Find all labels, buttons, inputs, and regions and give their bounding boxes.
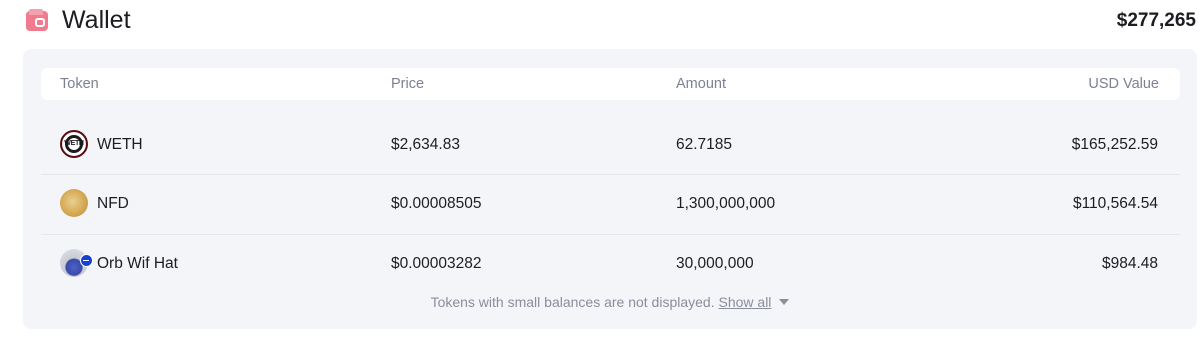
token-usd-value: $110,564.54 <box>1072 195 1158 212</box>
token-usd-value: $984.48 <box>1101 255 1158 272</box>
wallet-total-value: $277,265 <box>1116 10 1196 31</box>
caret-down-icon[interactable] <box>779 299 790 305</box>
table-row: Orb Wif Hat $0.00003282 30,000,000 $984.… <box>41 234 1180 294</box>
token-amount: 30,000,000 <box>676 255 754 272</box>
wallet-icon <box>26 9 48 31</box>
table-header: Token Price Amount USD Value <box>41 68 1180 100</box>
token-price: $2,634.83 <box>391 136 460 153</box>
nfd-token-logo <box>60 189 88 217</box>
orb-wif-hat-token-logo <box>60 249 93 277</box>
column-header-usd-value: USD Value <box>1088 76 1159 92</box>
wallet-header: Wallet $277,265 <box>0 0 1200 46</box>
show-all-link[interactable]: Show all <box>719 294 772 310</box>
token-table-panel: Token Price Amount USD Value WETH WETH $… <box>23 49 1197 329</box>
weth-logo-text: WETH <box>64 140 84 147</box>
token-price: $0.00008505 <box>391 195 482 212</box>
column-header-price: Price <box>391 76 425 92</box>
token-name: NFD <box>97 195 129 212</box>
column-header-amount: Amount <box>676 76 726 92</box>
column-header-token: Token <box>60 76 99 92</box>
page-title: Wallet <box>62 6 131 34</box>
wallet-page: Wallet $277,265 Token Price Amount USD V… <box>0 0 1200 349</box>
small-balances-note: Tokens with small balances are not displ… <box>23 294 1197 310</box>
token-price: $0.00003282 <box>391 255 482 272</box>
token-amount: 1,300,000,000 <box>676 195 776 212</box>
token-amount: 62.7185 <box>676 136 733 153</box>
weth-token-logo: WETH <box>60 130 88 158</box>
small-balances-text: Tokens with small balances are not displ… <box>430 294 715 310</box>
chain-badge-icon <box>80 254 93 267</box>
token-usd-value: $165,252.59 <box>1071 136 1158 153</box>
table-row: NFD $0.00008505 1,300,000,000 $110,564.5… <box>41 174 1180 234</box>
table-row: WETH WETH $2,634.83 62.7185 $165,252.59 <box>41 115 1180 175</box>
token-name: Orb Wif Hat <box>97 255 178 272</box>
token-name: WETH <box>97 136 143 153</box>
